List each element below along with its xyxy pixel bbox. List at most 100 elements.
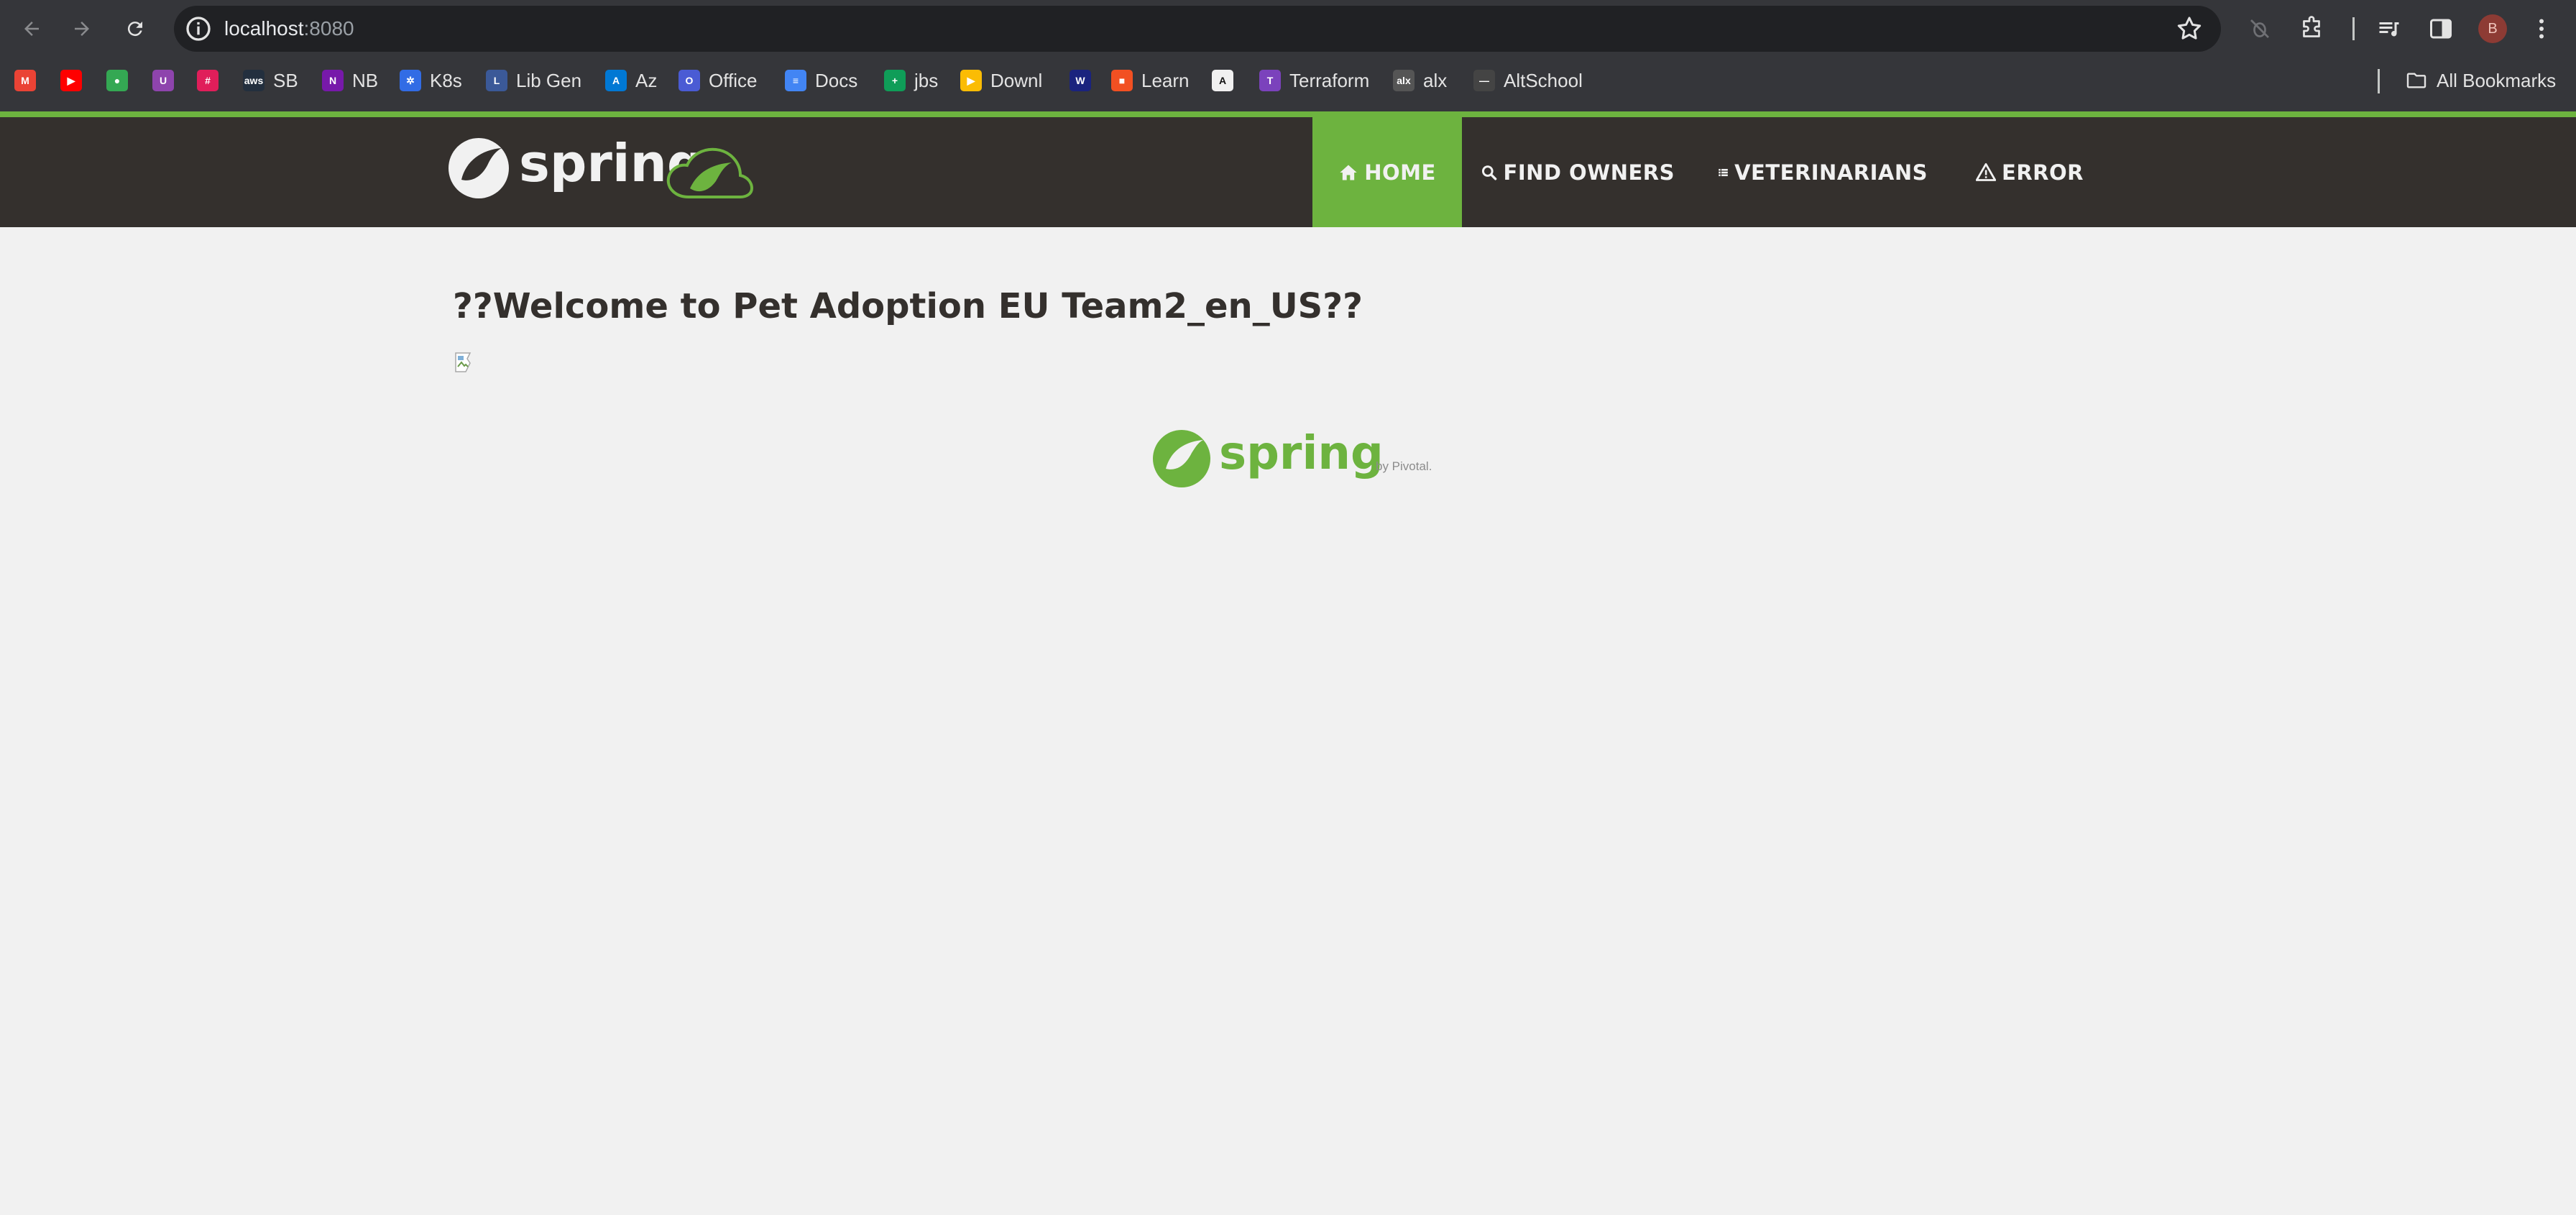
list-icon (1719, 168, 1728, 176)
bookmark-item[interactable]: M (14, 58, 36, 104)
gmail-icon: M (14, 70, 36, 91)
bookmark-item[interactable]: ✲ K8s (400, 58, 462, 104)
nav-error[interactable]: ERROR (1972, 117, 2087, 227)
page-title: ??Welcome to Pet Adoption EU Team2_en_US… (453, 286, 1363, 326)
bookmark-item[interactable]: W (1070, 58, 1091, 104)
all-bookmarks-button[interactable]: All Bookmarks (2405, 58, 2556, 104)
nav-find-owners[interactable]: FIND OWNERS (1481, 117, 1675, 227)
bookmark-item[interactable]: ■ Learn (1111, 58, 1190, 104)
puzzle-icon (2303, 16, 2320, 37)
anthropic-icon: A (1212, 70, 1233, 91)
folder-icon (2406, 73, 2426, 88)
altschool-icon: — (1473, 70, 1495, 91)
bookmark-label: K8s (430, 69, 462, 91)
side-panel-button[interactable] (2425, 13, 2457, 45)
bookmarks-divider (2378, 69, 2380, 93)
nav-veterinarians-label: VETERINARIANS (1734, 160, 1928, 185)
docs-icon: ≡ (785, 70, 806, 91)
spring-by-pivotal-logo: spring by Pivotal. (1153, 427, 1432, 487)
bookmark-item[interactable]: ≡ Docs (785, 58, 857, 104)
spring-leaf-icon (1153, 430, 1210, 487)
nav-home-label: HOME (1364, 160, 1436, 185)
nav-find-owners-label: FIND OWNERS (1503, 160, 1675, 185)
arrow-right-icon (75, 22, 89, 36)
browser-toolbar: localhost:8080 B (0, 0, 2576, 58)
all-bookmarks-label: All Bookmarks (2437, 69, 2557, 91)
aws-icon: aws (243, 70, 264, 91)
bookmark-label: Az (635, 69, 658, 91)
forward-button[interactable] (65, 12, 99, 46)
bookmark-item[interactable]: U (152, 58, 174, 104)
browser-menu-button[interactable] (2526, 13, 2557, 45)
broken-image-icon (455, 352, 472, 372)
extensions-button[interactable] (2296, 13, 2327, 45)
bookmark-star-icon[interactable] (2175, 14, 2204, 43)
bookmark-label: Docs (815, 69, 858, 91)
back-button[interactable] (14, 12, 49, 46)
terraform-icon: T (1259, 70, 1281, 91)
reload-button[interactable] (118, 12, 152, 46)
bookmark-item[interactable]: A Az (605, 58, 657, 104)
nav-veterinarians[interactable]: VETERINARIANS (1718, 117, 1928, 227)
libgen-icon: L (486, 70, 507, 91)
spring-petclinic-logo[interactable]: spring (446, 132, 776, 204)
bookmark-item[interactable]: A (1212, 58, 1233, 104)
maps-icon: ● (106, 70, 128, 91)
toolbar-divider (2352, 17, 2355, 40)
play-icon: ▶ (960, 70, 982, 91)
bookmark-item[interactable]: aws SB (243, 58, 298, 104)
bookmark-label: jbs (914, 69, 939, 91)
navbar (0, 117, 2576, 227)
bookmark-item[interactable]: L Lib Gen (486, 58, 581, 104)
bookmark-item[interactable]: ▶ (60, 58, 82, 104)
bookmark-item[interactable]: + jbs (884, 58, 938, 104)
bookmark-label: Downl (990, 69, 1043, 91)
bookmark-label: Lib Gen (516, 69, 582, 91)
bookmark-item[interactable]: ▶ Downl (960, 58, 1042, 104)
bookmarks-bar: M ▶ ● U # aws SB N NB ✲ K8s L Lib Gen A Az O Office ≡ Docs… (0, 58, 2576, 114)
microsoft-icon: ■ (1111, 70, 1133, 91)
site-info-icon[interactable] (184, 14, 213, 43)
bookmark-label: NB (352, 69, 379, 91)
alx-icon: alx (1393, 70, 1414, 91)
bookmark-item[interactable]: ● (106, 58, 128, 104)
bookmark-item[interactable]: O Office (678, 58, 757, 104)
media-controls-button[interactable] (2373, 13, 2405, 45)
url-port: :8080 (303, 17, 354, 40)
extension-u-icon: U (152, 70, 174, 91)
url-text: localhost:8080 (224, 6, 354, 52)
bookmark-item[interactable]: — AltSchool (1473, 58, 1583, 104)
bookmark-item[interactable]: T Terraform (1259, 58, 1369, 104)
bug-icon (2250, 19, 2269, 38)
footer-by-pivotal: by Pivotal. (1376, 459, 1432, 473)
bookmark-item[interactable]: # (197, 58, 218, 104)
extension-disabled-button[interactable] (2244, 13, 2276, 45)
bookmark-item[interactable]: alx alx (1393, 58, 1447, 104)
azure-icon: A (605, 70, 627, 91)
w-icon: W (1070, 70, 1091, 91)
footer-logo-text: spring (1219, 427, 1384, 480)
nav-home[interactable]: HOME (1312, 117, 1462, 227)
bookmark-label: alx (1423, 69, 1448, 91)
bookmark-label: Learn (1141, 69, 1190, 91)
profile-avatar[interactable]: B (2478, 14, 2507, 43)
url-host: localhost (224, 17, 304, 40)
home-icon (1340, 165, 1357, 180)
sheets-icon: + (884, 70, 906, 91)
youtube-icon: ▶ (60, 70, 82, 91)
bookmark-item[interactable]: N NB (322, 58, 378, 104)
office-icon: O (678, 70, 700, 91)
address-bar[interactable]: localhost:8080 (174, 6, 2221, 52)
navbar-accent-strip (0, 111, 2576, 117)
side-panel-icon (2430, 19, 2452, 39)
onenote-icon: N (322, 70, 344, 91)
playlist-icon (2379, 22, 2399, 37)
slack-icon: # (197, 70, 218, 91)
bookmark-label: Terraform (1289, 69, 1370, 91)
kebab-menu-icon (2539, 19, 2544, 39)
reload-icon (127, 22, 142, 37)
search-icon (1481, 165, 1497, 180)
bookmark-label: SB (273, 69, 298, 91)
spring-leaf-icon (448, 138, 509, 198)
bookmark-label: AltSchool (1504, 69, 1583, 91)
